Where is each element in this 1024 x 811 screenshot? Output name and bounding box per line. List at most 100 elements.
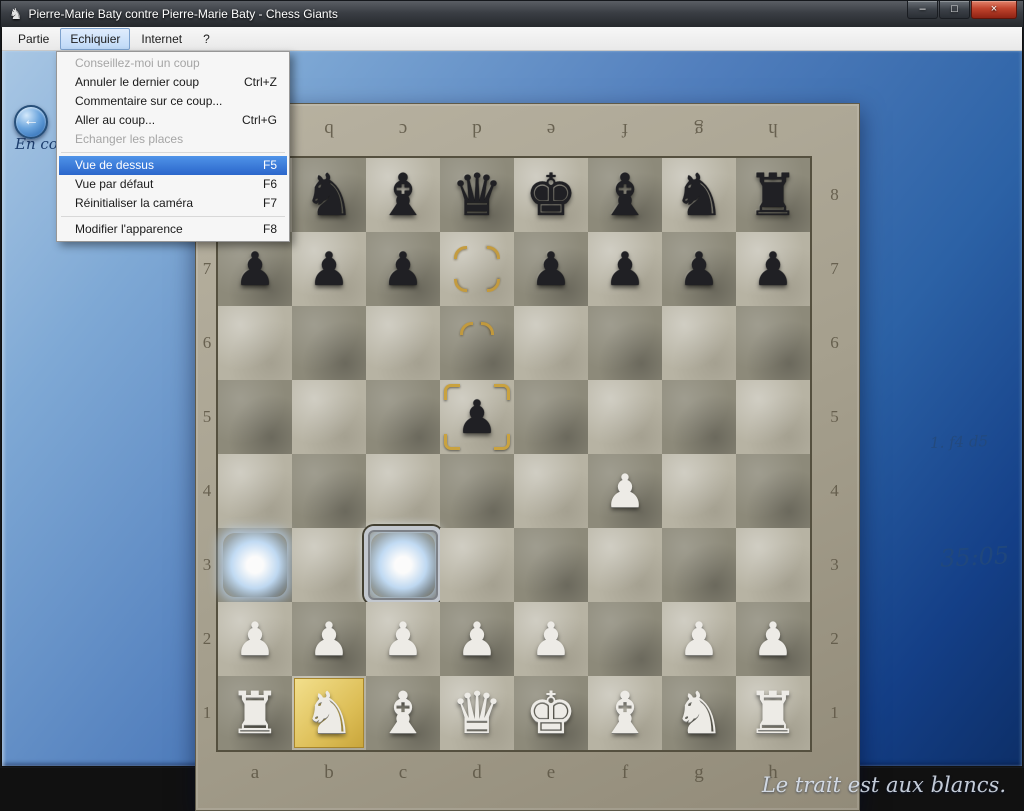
square-g3[interactable]	[662, 528, 736, 602]
square-e4[interactable]	[514, 454, 588, 528]
square-c6[interactable]	[366, 306, 440, 380]
piece-white-queen-d1[interactable]: ♛	[440, 676, 514, 750]
square-f5[interactable]	[588, 380, 662, 454]
square-f6[interactable]	[588, 306, 662, 380]
piece-black-pawn-d5[interactable]: ♟	[440, 380, 514, 454]
maximize-button[interactable]: □	[939, 1, 970, 19]
menu-internet[interactable]: Internet	[131, 28, 192, 50]
piece-white-pawn-a2[interactable]: ♟	[218, 602, 292, 676]
menu-partie[interactable]: Partie	[8, 28, 59, 50]
square-b4[interactable]	[292, 454, 366, 528]
rank-label-left-2: 2	[196, 602, 218, 676]
piece-white-pawn-h2[interactable]: ♟	[736, 602, 810, 676]
menu-item-commentaire-sur-ce-coup[interactable]: Commentaire sur ce coup...	[59, 92, 287, 111]
piece-black-bishop-c8[interactable]: ♝	[366, 158, 440, 232]
square-d4[interactable]	[440, 454, 514, 528]
menu-item-label: Modifier l'apparence	[75, 222, 183, 237]
menu-item-réinitialiser-la-caméra[interactable]: Réinitialiser la caméraF7	[59, 194, 287, 213]
file-label-bottom-g: g	[662, 762, 736, 784]
piece-white-knight-g1[interactable]: ♞	[662, 676, 736, 750]
square-d7[interactable]	[440, 232, 514, 306]
menu-separator	[61, 152, 285, 153]
turn-message: Le trait est aux blancs.	[762, 773, 1006, 797]
piece-black-knight-g8[interactable]: ♞	[662, 158, 736, 232]
square-h5[interactable]	[736, 380, 810, 454]
square-a5[interactable]	[218, 380, 292, 454]
piece-black-pawn-e7[interactable]: ♟	[514, 232, 588, 306]
cursor-square-border	[364, 526, 442, 604]
rank-label-right-4: 4	[810, 454, 859, 528]
square-e5[interactable]	[514, 380, 588, 454]
square-h4[interactable]	[736, 454, 810, 528]
piece-black-king-e8[interactable]: ♚	[514, 158, 588, 232]
piece-black-queen-d8[interactable]: ♛	[440, 158, 514, 232]
titlebar[interactable]: ♞ Pierre-Marie Baty contre Pierre-Marie …	[1, 1, 1023, 28]
square-e3[interactable]	[514, 528, 588, 602]
piece-black-pawn-c7[interactable]: ♟	[366, 232, 440, 306]
piece-white-pawn-e2[interactable]: ♟	[514, 602, 588, 676]
piece-white-pawn-c2[interactable]: ♟	[366, 602, 440, 676]
square-d6[interactable]	[440, 306, 514, 380]
piece-white-rook-a1[interactable]: ♜	[218, 676, 292, 750]
square-c4[interactable]	[366, 454, 440, 528]
rank-label-left-1: 1	[196, 676, 218, 750]
piece-black-pawn-g7[interactable]: ♟	[662, 232, 736, 306]
legal-move-glow	[223, 533, 287, 597]
piece-white-pawn-f4[interactable]: ♟	[588, 454, 662, 528]
piece-white-pawn-b2[interactable]: ♟	[292, 602, 366, 676]
piece-white-rook-h1[interactable]: ♜	[736, 676, 810, 750]
piece-white-pawn-g2[interactable]: ♟	[662, 602, 736, 676]
menu-item-vue-par-défaut[interactable]: Vue par défautF6	[59, 175, 287, 194]
menu-item-annuler-le-dernier-coup[interactable]: Annuler le dernier coupCtrl+Z	[59, 73, 287, 92]
piece-white-knight-b1[interactable]: ♞	[292, 676, 366, 750]
piece-white-bishop-f1[interactable]: ♝	[588, 676, 662, 750]
piece-black-bishop-f8[interactable]: ♝	[588, 158, 662, 232]
back-button[interactable]: ←	[14, 105, 48, 139]
menu-help[interactable]: ?	[193, 28, 220, 50]
square-g6[interactable]	[662, 306, 736, 380]
square-g5[interactable]	[662, 380, 736, 454]
square-a3[interactable]	[218, 528, 292, 602]
rank-label-right-1: 1	[810, 676, 859, 750]
piece-white-bishop-c1[interactable]: ♝	[366, 676, 440, 750]
piece-black-rook-h8[interactable]: ♜	[736, 158, 810, 232]
square-f3[interactable]	[588, 528, 662, 602]
close-button[interactable]: ×	[971, 1, 1017, 19]
menu-echiquier[interactable]: Echiquier	[60, 28, 130, 50]
square-f2[interactable]	[588, 602, 662, 676]
minimize-button[interactable]: –	[907, 1, 938, 19]
square-h3[interactable]	[736, 528, 810, 602]
file-label-top-c: c	[366, 118, 440, 140]
menu-item-vue-de-dessus[interactable]: Vue de dessus F5	[59, 156, 287, 175]
square-c3[interactable]	[366, 528, 440, 602]
square-c5[interactable]	[366, 380, 440, 454]
window-title: Pierre-Marie Baty contre Pierre-Marie Ba…	[28, 7, 337, 21]
rank-label-right-6: 6	[810, 306, 859, 380]
square-e6[interactable]	[514, 306, 588, 380]
move-list: 1. f4 d5	[930, 432, 989, 452]
menu-item-shortcut: F5	[263, 158, 277, 173]
menu-item-aller-au-coup[interactable]: Aller au coup...Ctrl+G	[59, 111, 287, 130]
menu-item-label: Conseillez-moi un coup	[75, 56, 200, 71]
square-a4[interactable]	[218, 454, 292, 528]
menu-item-label: Commentaire sur ce coup...	[75, 94, 222, 109]
piece-white-pawn-d2[interactable]: ♟	[440, 602, 514, 676]
piece-black-pawn-b7[interactable]: ♟	[292, 232, 366, 306]
piece-white-king-e1[interactable]: ♚	[514, 676, 588, 750]
piece-black-pawn-a7[interactable]: ♟	[218, 232, 292, 306]
menu-item-shortcut: F8	[263, 222, 277, 237]
square-g4[interactable]	[662, 454, 736, 528]
piece-black-pawn-h7[interactable]: ♟	[736, 232, 810, 306]
square-d3[interactable]	[440, 528, 514, 602]
square-a6[interactable]	[218, 306, 292, 380]
menu-item-modifier-l-apparence[interactable]: Modifier l'apparence F8	[59, 220, 287, 239]
square-b5[interactable]	[292, 380, 366, 454]
square-b6[interactable]	[292, 306, 366, 380]
piece-black-pawn-f7[interactable]: ♟	[588, 232, 662, 306]
file-label-top-b: b	[292, 118, 366, 140]
piece-black-knight-b8[interactable]: ♞	[292, 158, 366, 232]
square-h6[interactable]	[736, 306, 810, 380]
rank-label-right-5: 5	[810, 380, 859, 454]
menu-item-label: Vue de dessus	[75, 158, 154, 173]
square-b3[interactable]	[292, 528, 366, 602]
